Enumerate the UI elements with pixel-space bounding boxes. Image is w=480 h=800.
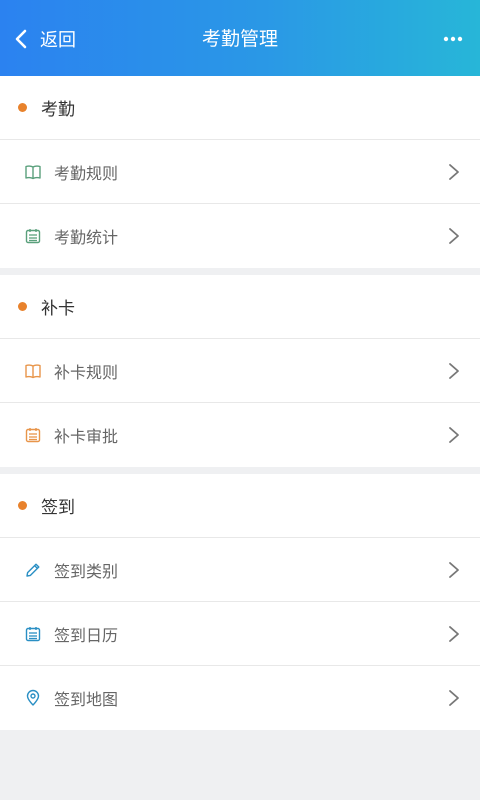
menu-item-sign-in-map[interactable]: 签到地图 bbox=[0, 666, 480, 730]
section-title: 签到 bbox=[41, 498, 75, 518]
menu-item-label: 考勤统计 bbox=[54, 228, 119, 247]
chevron-right-icon bbox=[449, 228, 459, 244]
more-menu-button[interactable] bbox=[440, 26, 466, 52]
menu-item-reissue-approval[interactable]: 补卡审批 bbox=[0, 403, 480, 467]
calendar-icon bbox=[24, 625, 42, 643]
book-icon bbox=[24, 362, 42, 380]
menu-item-attendance-stats[interactable]: 考勤统计 bbox=[0, 204, 480, 268]
menu-item-label: 补卡审批 bbox=[54, 427, 119, 446]
menu-item-label: 签到日历 bbox=[54, 625, 119, 645]
menu-item-label: 补卡规则 bbox=[54, 362, 119, 382]
more-dots-icon bbox=[443, 36, 463, 42]
menu-item-sign-in-calendar[interactable]: 签到日历 bbox=[0, 602, 480, 666]
section-title: 补卡 bbox=[41, 299, 75, 319]
chevron-right-icon bbox=[449, 562, 459, 578]
top-bar: 返回 考勤管理 bbox=[0, 0, 480, 76]
chevron-right-icon bbox=[449, 690, 459, 706]
section-header: 考勤 bbox=[0, 76, 480, 140]
menu-item-attendance-rules[interactable]: 考勤规则 bbox=[0, 140, 480, 204]
section-sign-in: 签到 签到类别 签到日历 签到地图 bbox=[0, 474, 480, 730]
chevron-right-icon bbox=[449, 164, 459, 180]
back-label: 返回 bbox=[40, 30, 76, 51]
menu-item-label: 考勤规则 bbox=[54, 163, 119, 183]
chevron-left-icon bbox=[15, 29, 27, 49]
section-header: 签到 bbox=[0, 474, 480, 538]
chevron-right-icon bbox=[449, 626, 459, 642]
bullet-dot bbox=[18, 103, 27, 112]
location-pin-icon bbox=[24, 689, 42, 707]
menu-item-reissue-rules[interactable]: 补卡规则 bbox=[0, 339, 480, 403]
chevron-right-icon bbox=[449, 427, 459, 443]
menu-item-label: 签到地图 bbox=[54, 690, 119, 709]
menu-list: 考勤 考勤规则 考勤统计 补卡 补卡规则 补卡审批 签到 签到类别 签到日历 签… bbox=[0, 76, 480, 730]
section-card-reissue: 补卡 补卡规则 补卡审批 bbox=[0, 275, 480, 467]
section-attendance: 考勤 考勤规则 考勤统计 bbox=[0, 76, 480, 268]
section-title: 考勤 bbox=[41, 100, 75, 120]
calendar-icon bbox=[24, 426, 42, 444]
section-header: 补卡 bbox=[0, 275, 480, 339]
calendar-icon bbox=[24, 227, 42, 245]
pencil-icon bbox=[24, 561, 42, 579]
bullet-dot bbox=[18, 501, 27, 510]
back-button[interactable]: 返回 bbox=[14, 24, 76, 54]
menu-item-sign-in-category[interactable]: 签到类别 bbox=[0, 538, 480, 602]
book-icon bbox=[24, 163, 42, 181]
chevron-right-icon bbox=[449, 363, 459, 379]
menu-item-label: 签到类别 bbox=[54, 561, 119, 581]
bullet-dot bbox=[18, 302, 27, 311]
